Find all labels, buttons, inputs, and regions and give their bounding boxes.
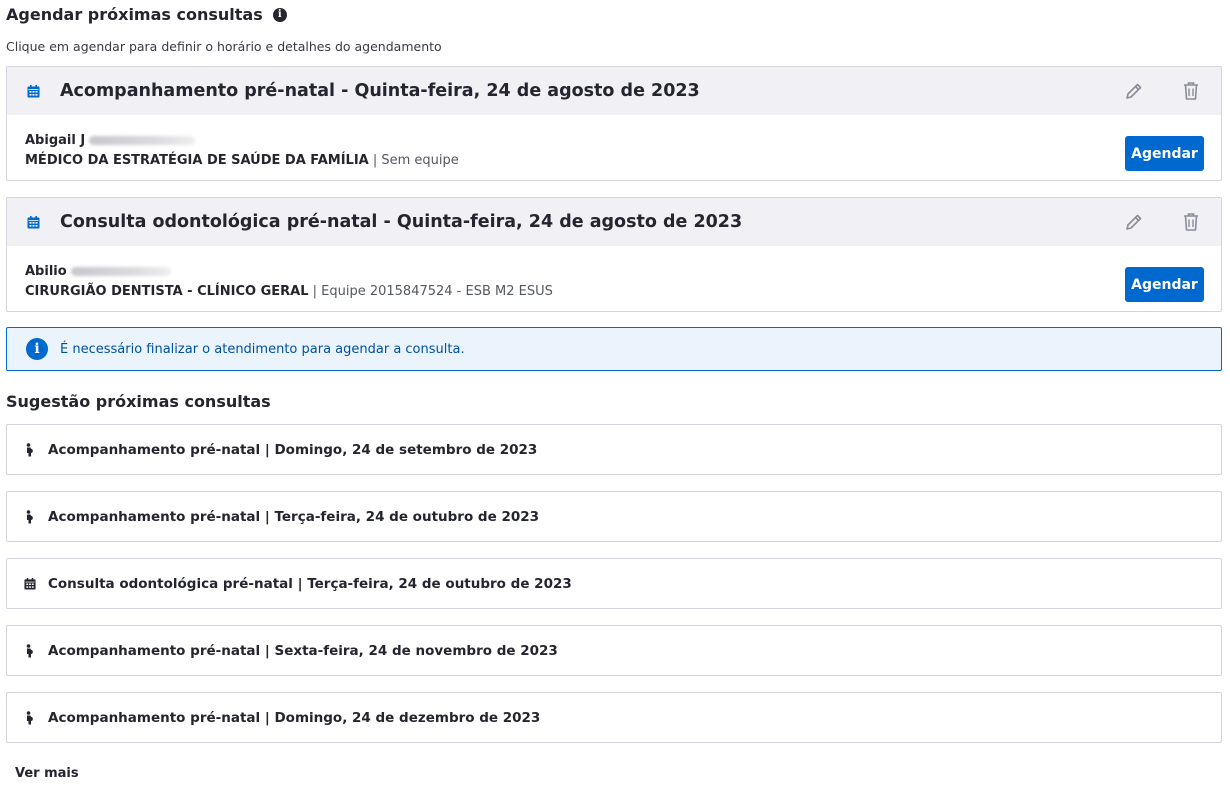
- agendar-title-text: Agendar próximas consultas: [6, 5, 263, 24]
- pregnant-icon: [24, 643, 36, 658]
- appointment-card-header: Acompanhamento pré-natal - Quinta-feira,…: [7, 67, 1221, 115]
- info-alert: i É necessário finalizar o atendimento p…: [6, 327, 1222, 371]
- info-icon[interactable]: i: [272, 7, 287, 22]
- suggestion-item[interactable]: Acompanhamento pré-natal | Domingo, 24 d…: [6, 424, 1222, 475]
- redacted-name: [70, 266, 171, 276]
- info-icon: i: [26, 338, 48, 360]
- agendar-button[interactable]: Agendar: [1125, 267, 1204, 302]
- appointment-card-body: Abilio CIRURGIÃO DENTISTA - CLÍNICO GERA…: [7, 246, 1221, 302]
- suggestion-text: Acompanhamento pré-natal | Terça-feira, …: [48, 508, 540, 525]
- pregnant-icon: [24, 442, 36, 457]
- professional-team: | Equipe 2015847524 - ESB M2 ESUS: [308, 284, 553, 299]
- calendar-icon: [24, 577, 36, 591]
- card-actions: [1122, 79, 1203, 103]
- professional-name-text: Abigail J: [25, 132, 86, 148]
- card-actions: [1122, 210, 1203, 234]
- edit-pencil-icon[interactable]: [1122, 79, 1146, 103]
- trash-icon[interactable]: [1179, 79, 1203, 103]
- suggestion-item[interactable]: Acompanhamento pré-natal | Sexta-feira, …: [6, 625, 1222, 676]
- suggestion-item[interactable]: Acompanhamento pré-natal | Terça-feira, …: [6, 491, 1222, 542]
- calendar-icon: [27, 215, 40, 228]
- appointment-card: Acompanhamento pré-natal - Quinta-feira,…: [6, 66, 1222, 181]
- suggestion-item[interactable]: Consulta odontológica pré-natal | Terça-…: [6, 558, 1222, 609]
- agendar-section-title: Agendar próximas consultas i: [6, 5, 287, 24]
- calendar-icon: [27, 84, 40, 97]
- professional-name-text: Abilio: [25, 263, 67, 279]
- agendar-button[interactable]: Agendar: [1125, 136, 1204, 171]
- appointment-card-header: Consulta odontológica pré-natal - Quinta…: [7, 198, 1221, 246]
- professional-team: | Sem equipe: [368, 153, 459, 168]
- alert-text: É necessário finalizar o atendimento par…: [60, 341, 465, 357]
- professional-name: Abigail J: [25, 132, 1221, 148]
- professional-name: Abilio: [25, 263, 1221, 279]
- pregnant-icon: [24, 710, 36, 725]
- appointment-card-body: Abigail J MÉDICO DA ESTRATÉGIA DE SAÚDE …: [7, 115, 1221, 171]
- appointment-card: Consulta odontológica pré-natal - Quinta…: [6, 197, 1222, 312]
- professional-details: CIRURGIÃO DENTISTA - CLÍNICO GERAL | Equ…: [25, 284, 1221, 299]
- suggestion-text: Acompanhamento pré-natal | Domingo, 24 d…: [48, 441, 538, 458]
- suggestion-text: Acompanhamento pré-natal | Domingo, 24 d…: [48, 709, 541, 726]
- pregnant-icon: [24, 509, 36, 524]
- edit-pencil-icon[interactable]: [1122, 210, 1146, 234]
- appointment-title: Acompanhamento pré-natal - Quinta-feira,…: [60, 81, 700, 101]
- suggestion-text: Consulta odontológica pré-natal | Terça-…: [48, 575, 572, 592]
- suggestion-text: Acompanhamento pré-natal | Sexta-feira, …: [48, 642, 558, 659]
- appointment-title: Consulta odontológica pré-natal - Quinta…: [60, 212, 743, 232]
- trash-icon[interactable]: [1179, 210, 1203, 234]
- agendar-subtitle: Clique em agendar para definir o horário…: [6, 39, 442, 54]
- professional-role: CIRURGIÃO DENTISTA - CLÍNICO GERAL: [25, 284, 309, 299]
- sugestao-section-title: Sugestão próximas consultas: [6, 392, 271, 411]
- professional-details: MÉDICO DA ESTRATÉGIA DE SAÚDE DA FAMÍLIA…: [25, 153, 1221, 168]
- suggestion-item[interactable]: Acompanhamento pré-natal | Domingo, 24 d…: [6, 692, 1222, 743]
- ver-mais-link[interactable]: Ver mais: [15, 766, 79, 781]
- redacted-name: [89, 135, 196, 145]
- professional-role: MÉDICO DA ESTRATÉGIA DE SAÚDE DA FAMÍLIA: [25, 153, 369, 168]
